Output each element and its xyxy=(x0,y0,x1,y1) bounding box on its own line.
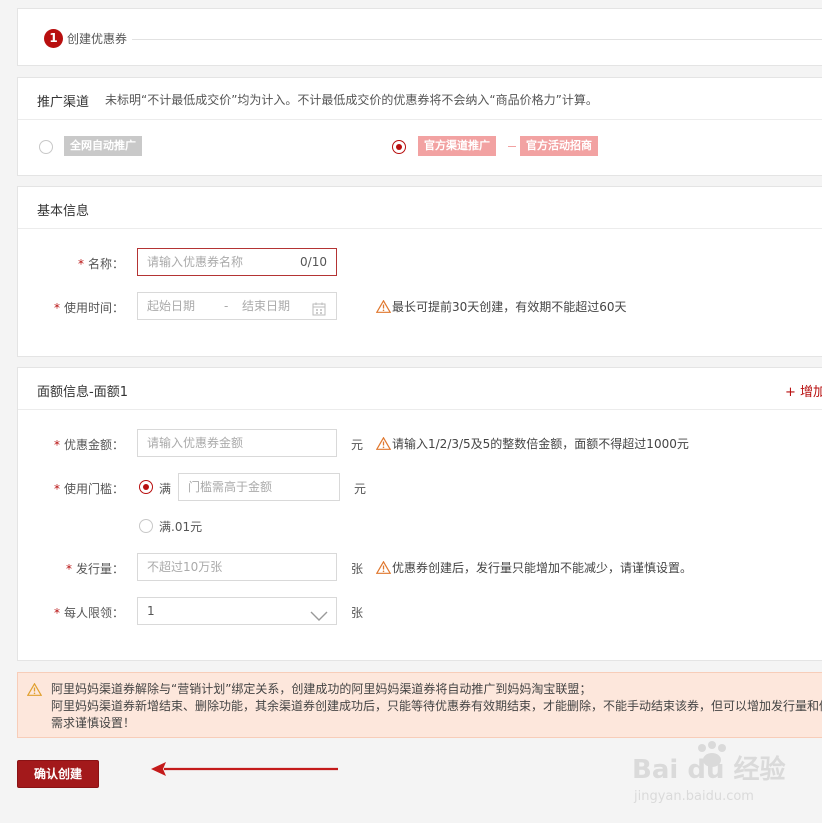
end-date-placeholder: 结束日期 xyxy=(242,299,291,313)
threshold-unit: 元 xyxy=(354,482,367,496)
watermark-brand: Bai du 经验 xyxy=(632,754,786,785)
tag-official-activity: 官方活动招商 xyxy=(520,136,598,156)
calendar-icon xyxy=(312,299,326,325)
issue-unit: 张 xyxy=(351,562,364,576)
name-label: * 名称： xyxy=(77,257,124,271)
chevron-down-icon xyxy=(310,605,328,631)
confirm-create-button[interactable]: 确认创建 xyxy=(17,760,99,788)
threshold-opt-cent: 满.01元 xyxy=(159,520,203,534)
value-placeholder: 请输入优惠券金额 xyxy=(147,436,244,450)
tag-official-channel: 官方渠道推广 xyxy=(418,136,496,156)
channel-radio-official[interactable] xyxy=(392,140,406,154)
watermark-url: jingyan.baidu.com xyxy=(633,789,754,804)
issue-hint: 优惠券创建后，发行量只能增加不能减少，请谨慎设置。 xyxy=(375,559,692,577)
channel-radio-auto[interactable] xyxy=(39,140,53,154)
limit-unit: 张 xyxy=(351,606,364,620)
amount-header: 面额信息-面额1 + 增加 xyxy=(18,368,822,410)
notice-line-2: 阿里妈妈渠道券新增结束、删除功能，其余渠道券创建成功后，只能等待优惠券有效期结束… xyxy=(51,699,822,713)
date-separator: - xyxy=(224,299,229,313)
notice-line-1: 阿里妈妈渠道券解除与“营销计划”绑定关系，创建成功的阿里妈妈渠道券将自动推广到妈… xyxy=(51,682,592,696)
name-placeholder: 请输入优惠券名称 xyxy=(147,255,244,269)
value-unit: 元 xyxy=(351,438,364,452)
warning-icon xyxy=(375,436,392,453)
promotion-channel-section: 推广渠道 未标明“不计最低成交价”均为计入。不计最低成交价的优惠券将不会纳入“商… xyxy=(17,77,822,176)
issue-placeholder: 不超过10万张 xyxy=(147,560,223,574)
limit-label: * 每人限领： xyxy=(53,606,124,620)
threshold-label: * 使用门槛： xyxy=(53,482,124,496)
tag-connector xyxy=(508,146,516,147)
channel-note: 未标明“不计最低成交价”均为计入。不计最低成交价的优惠券将不会纳入“商品价格力”… xyxy=(105,93,598,107)
basic-title: 基本信息 xyxy=(37,204,90,219)
warning-icon xyxy=(26,682,43,699)
per-user-limit-select[interactable]: 1 xyxy=(137,597,337,625)
threshold-opt-full: 满 xyxy=(159,482,172,496)
step-divider xyxy=(132,39,822,40)
threshold-radio-cent[interactable] xyxy=(139,519,153,533)
annotation-arrow xyxy=(151,762,338,776)
name-counter: 0/10 xyxy=(300,255,327,269)
date-range-input[interactable]: 起始日期 - 结束日期 xyxy=(137,292,337,320)
threshold-input[interactable]: 门槛需高于金额 xyxy=(178,473,340,501)
step-number-badge: 1 xyxy=(44,29,63,48)
channel-title: 推广渠道 xyxy=(37,95,90,110)
value-hint: 请输入1/2/3/5及5的整数倍金额，面额不得超过1000元 xyxy=(375,435,689,453)
limit-value: 1 xyxy=(147,604,155,618)
tag-auto-promotion: 全网自动推广 xyxy=(64,136,142,156)
time-hint: 最长可提前30天创建，有效期不能超过60天 xyxy=(375,298,627,316)
add-amount-link[interactable]: + 增加 xyxy=(785,381,822,400)
basic-info-section: 基本信息 * 名称： 请输入优惠券名称 0/10 * 使用时间： 起始日期 - 结束… xyxy=(17,186,822,357)
amount-title: 面额信息-面额1 xyxy=(37,385,128,400)
coupon-value-input[interactable]: 请输入优惠券金额 xyxy=(137,429,337,457)
step-label: 创建优惠券 xyxy=(67,32,128,46)
value-label: * 优惠金额： xyxy=(53,438,124,452)
time-label: * 使用时间： xyxy=(53,301,124,315)
notice-banner: 阿里妈妈渠道券解除与“营销计划”绑定关系，创建成功的阿里妈妈渠道券将自动推广到妈… xyxy=(17,672,822,738)
baidu-watermark: Bai du 经验 jingyan.baidu.com xyxy=(630,740,820,810)
threshold-radio-full[interactable] xyxy=(139,480,153,494)
amount-info-section: 面额信息-面额1 + 增加 * 优惠金额： 请输入优惠券金额 元 请输入1/2/3… xyxy=(17,367,822,661)
issue-label: * 发行量： xyxy=(65,562,124,576)
channel-header: 推广渠道 未标明“不计最低成交价”均为计入。不计最低成交价的优惠券将不会纳入“商… xyxy=(18,78,822,120)
warning-icon xyxy=(375,560,392,577)
warning-icon xyxy=(375,299,392,316)
basic-header: 基本信息 xyxy=(18,187,822,229)
start-date-placeholder: 起始日期 xyxy=(147,299,196,313)
threshold-placeholder: 门槛需高于金额 xyxy=(188,480,273,494)
name-input[interactable]: 请输入优惠券名称 0/10 xyxy=(137,248,337,276)
issue-quantity-input[interactable]: 不超过10万张 xyxy=(137,553,337,581)
notice-line-3: 需求谨慎设置！ xyxy=(51,716,136,730)
step-header: 1 创建优惠券 xyxy=(17,8,822,66)
